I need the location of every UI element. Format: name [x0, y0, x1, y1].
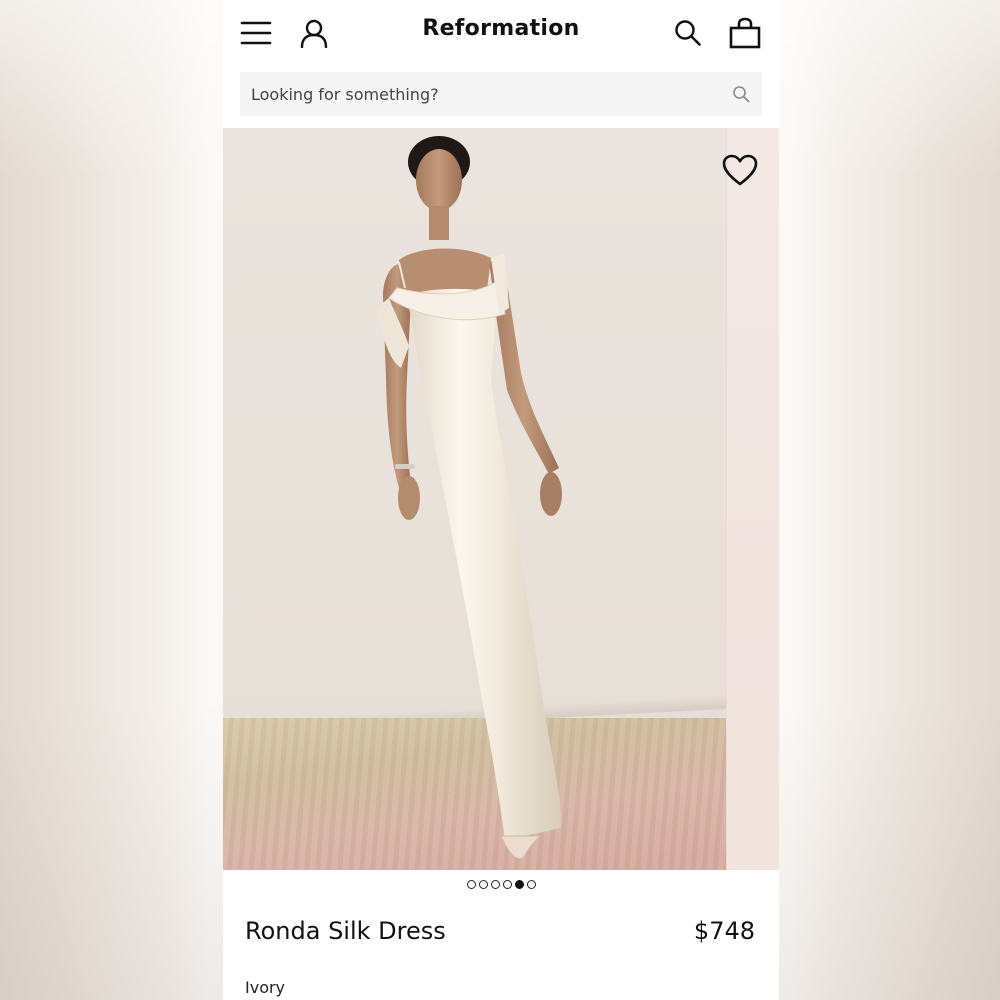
top-nav: Reformation	[223, 0, 779, 66]
search-input[interactable]	[240, 72, 730, 116]
pagination-dot[interactable]	[478, 880, 488, 889]
product-color: Ivory	[245, 978, 286, 997]
next-image-peek[interactable]	[726, 128, 779, 870]
bag-icon[interactable]	[726, 14, 764, 52]
pagination-dot[interactable]	[526, 880, 536, 889]
pagination-dot[interactable]	[502, 880, 512, 889]
search-icon[interactable]	[669, 14, 707, 52]
pagination-dot-active[interactable]	[514, 880, 524, 889]
product-price: $748	[693, 917, 755, 945]
product-name: Ronda Silk Dress	[245, 917, 446, 945]
search-bar	[240, 72, 762, 116]
wishlist-heart-icon[interactable]	[720, 150, 760, 190]
pagination-dot[interactable]	[490, 880, 500, 889]
pagination-dot[interactable]	[466, 880, 476, 889]
model-figure	[376, 136, 562, 860]
image-pagination	[223, 880, 779, 894]
phone-screen: Reformation Looking for something? Ronda…	[223, 0, 779, 1000]
search-submit-icon[interactable]	[730, 83, 752, 105]
product-image[interactable]	[223, 128, 726, 870]
